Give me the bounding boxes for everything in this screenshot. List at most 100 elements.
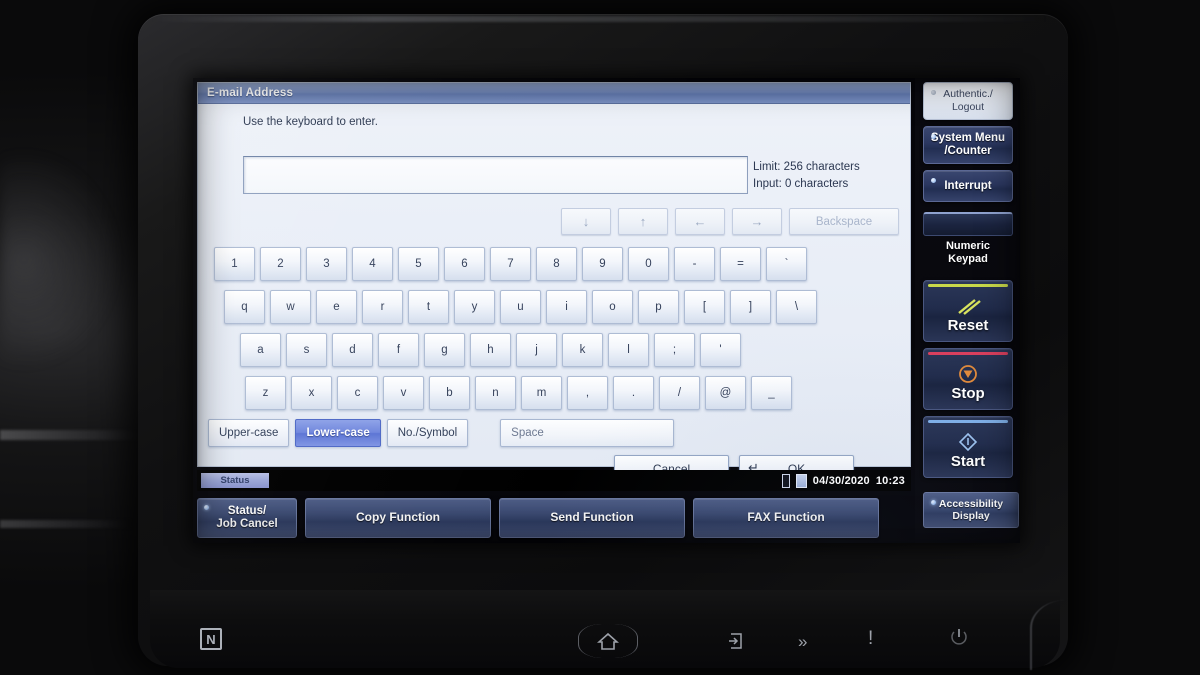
bezel-icon-strip: N » !	[150, 608, 1050, 668]
key-j[interactable]: j	[516, 333, 557, 367]
key-equals[interactable]: =	[720, 247, 761, 281]
key-1[interactable]: 1	[214, 247, 255, 281]
key-e[interactable]: e	[316, 290, 357, 324]
key-8[interactable]: 8	[536, 247, 577, 281]
key-n[interactable]: n	[475, 376, 516, 410]
reset-button[interactable]: Reset	[923, 280, 1013, 342]
key-semicolon[interactable]: ;	[654, 333, 695, 367]
fax-function-button[interactable]: FAX Function	[693, 497, 879, 538]
numeric-keypad-label-line1: Numeric	[945, 240, 991, 252]
status-date: 04/30/2020	[812, 474, 870, 487]
led-indicator-icon	[204, 504, 209, 510]
key-bracket-left[interactable]: [	[684, 290, 725, 324]
key-0[interactable]: 0	[628, 247, 669, 281]
function-button-row: Status/ Job Cancel Copy Function Send Fu…	[197, 495, 911, 540]
keyboard-row-qwerty: q w e r t y u i o p [ ] \	[224, 290, 817, 324]
send-function-button[interactable]: Send Function	[499, 497, 685, 538]
reset-accent-bar	[928, 284, 1008, 287]
key-6[interactable]: 6	[444, 247, 485, 281]
stop-button[interactable]: Stop	[923, 348, 1013, 410]
background-shelf-lower	[0, 520, 130, 528]
key-underscore[interactable]: _	[751, 376, 792, 410]
authentic-logout-button[interactable]: Authentic./ Logout	[923, 82, 1013, 120]
key-slash[interactable]: /	[659, 376, 700, 410]
key-l[interactable]: l	[608, 333, 649, 367]
key-u[interactable]: u	[500, 290, 541, 324]
key-apostrophe[interactable]: '	[700, 333, 741, 367]
key-t[interactable]: t	[408, 290, 449, 324]
key-backtick[interactable]: `	[766, 247, 807, 281]
background-shelf-upper	[0, 430, 150, 440]
power-icon[interactable]	[950, 628, 968, 648]
nfc-icon[interactable]: N	[200, 628, 222, 650]
key-y[interactable]: y	[454, 290, 495, 324]
document-eject-icon[interactable]	[728, 632, 744, 650]
arrow-up-key[interactable]: ↑	[618, 208, 668, 235]
key-5[interactable]: 5	[398, 247, 439, 281]
key-4[interactable]: 4	[352, 247, 393, 281]
key-s[interactable]: s	[286, 333, 327, 367]
key-d[interactable]: d	[332, 333, 373, 367]
key-r[interactable]: r	[362, 290, 403, 324]
keyboard-row-bottom: z x c v b n m , . / @ _	[245, 376, 792, 410]
key-7[interactable]: 7	[490, 247, 531, 281]
key-k[interactable]: k	[562, 333, 603, 367]
key-comma[interactable]: ,	[567, 376, 608, 410]
accessibility-display-button[interactable]: Accessibility Display	[923, 492, 1019, 528]
key-p[interactable]: p	[638, 290, 679, 324]
home-button[interactable]	[578, 624, 638, 658]
upper-case-button[interactable]: Upper-case	[208, 419, 290, 447]
key-c[interactable]: c	[337, 376, 378, 410]
numeric-keypad-surface	[923, 212, 1013, 236]
arrow-right-key[interactable]: →	[732, 208, 782, 235]
key-3[interactable]: 3	[306, 247, 347, 281]
space-key[interactable]: Space	[500, 419, 675, 447]
key-9[interactable]: 9	[582, 247, 623, 281]
chevrons-right-icon[interactable]: »	[798, 632, 808, 652]
key-period[interactable]: .	[613, 376, 654, 410]
accessibility-label-line2: Display	[952, 510, 990, 522]
backspace-key[interactable]: Backspace	[789, 208, 899, 235]
stop-icon	[958, 362, 978, 384]
key-f[interactable]: f	[378, 333, 419, 367]
key-o[interactable]: o	[592, 290, 633, 324]
key-x[interactable]: x	[291, 376, 332, 410]
keyboard-row-home: a s d f g h j k l ; '	[240, 333, 741, 367]
stop-label: Stop	[951, 385, 985, 402]
status-time: 10:23	[875, 474, 905, 487]
arrow-left-key[interactable]: ←	[675, 208, 725, 235]
key-hyphen[interactable]: -	[674, 247, 715, 281]
key-b[interactable]: b	[429, 376, 470, 410]
led-indicator-icon	[931, 178, 936, 183]
toner-level-icon	[795, 473, 807, 488]
key-2[interactable]: 2	[260, 247, 301, 281]
copy-function-button[interactable]: Copy Function	[305, 497, 491, 538]
key-a[interactable]: a	[240, 333, 281, 367]
no-symbol-button[interactable]: No./Symbol	[386, 419, 469, 447]
key-m[interactable]: m	[521, 376, 562, 410]
key-h[interactable]: h	[470, 333, 511, 367]
housing-top-highlight	[150, 16, 1050, 22]
key-at[interactable]: @	[705, 376, 746, 410]
key-g[interactable]: g	[424, 333, 465, 367]
key-backslash[interactable]: \	[776, 290, 817, 324]
key-w[interactable]: w	[270, 290, 311, 324]
email-input-field[interactable]	[243, 156, 748, 194]
key-v[interactable]: v	[383, 376, 424, 410]
key-z[interactable]: z	[245, 376, 286, 410]
lower-case-button[interactable]: Lower-case	[295, 419, 381, 447]
home-icon	[597, 631, 619, 651]
start-button[interactable]: Start	[923, 416, 1013, 478]
stop-accent-bar	[928, 352, 1008, 355]
interrupt-button[interactable]: Interrupt	[923, 170, 1013, 202]
touchscreen-display[interactable]: E-mail Address Use the keyboard to enter…	[193, 78, 1020, 543]
arrow-down-key[interactable]: ↓	[561, 208, 611, 235]
key-bracket-right[interactable]: ]	[730, 290, 771, 324]
key-i[interactable]: i	[546, 290, 587, 324]
system-menu-counter-button[interactable]: System Menu /Counter	[923, 126, 1013, 164]
alert-exclamation-icon[interactable]: !	[868, 628, 873, 650]
key-q[interactable]: q	[224, 290, 265, 324]
numeric-keypad-button[interactable]: Numeric Keypad	[923, 212, 1013, 266]
status-job-cancel-button[interactable]: Status/ Job Cancel	[197, 497, 297, 538]
status-tab[interactable]: Status	[201, 473, 269, 488]
